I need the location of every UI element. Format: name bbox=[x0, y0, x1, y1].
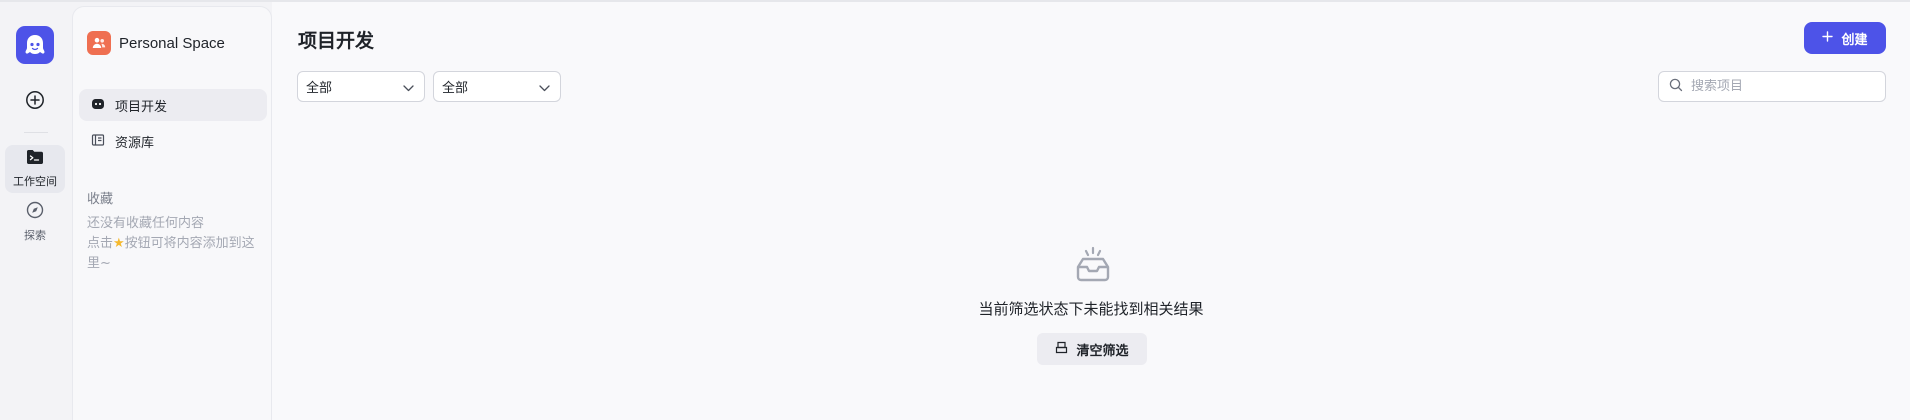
terminal-folder-icon bbox=[26, 149, 44, 169]
plus-icon bbox=[1822, 30, 1834, 46]
rail-item-label: 探索 bbox=[24, 229, 46, 242]
space-switcher[interactable]: Personal Space bbox=[87, 31, 225, 55]
clear-filters-button[interactable]: 清空筛选 bbox=[1037, 333, 1147, 365]
create-button-label: 创建 bbox=[1841, 32, 1868, 48]
left-rail: 工作空间 探索 bbox=[0, 2, 72, 420]
compass-icon bbox=[26, 201, 44, 223]
main-content: 项目开发 创建 全部 全部 当前筛选状态下 bbox=[272, 2, 1910, 420]
favorites-title: 收藏 bbox=[87, 192, 114, 207]
sidebar-item-project-dev[interactable]: 项目开发 bbox=[79, 89, 267, 121]
favorites-empty-hint: 点击★按钮可将内容添加到这里~ bbox=[87, 234, 267, 274]
clear-filters-label: 清空筛选 bbox=[1076, 343, 1129, 359]
sidebar-item-label: 资源库 bbox=[115, 135, 155, 151]
sidebar-item-library[interactable]: 资源库 bbox=[79, 125, 267, 157]
create-button[interactable]: 创建 bbox=[1804, 22, 1886, 54]
side-panel: Personal Space 项目开发 资源库 收藏 还没有收藏任何内容 点击★… bbox=[72, 6, 272, 420]
space-name: Personal Space bbox=[119, 34, 225, 52]
plus-circle-icon[interactable] bbox=[24, 89, 46, 111]
library-icon bbox=[91, 132, 105, 151]
favorites-hint-pre: 点击 bbox=[87, 236, 114, 251]
eraser-icon bbox=[1055, 341, 1068, 358]
people-icon bbox=[87, 31, 111, 55]
search-input[interactable] bbox=[1691, 79, 1871, 94]
favorites-empty-line: 还没有收藏任何内容 bbox=[87, 216, 205, 231]
sidebar-item-label: 项目开发 bbox=[115, 99, 168, 115]
empty-inbox-icon bbox=[1070, 242, 1116, 288]
filter-select-value: 全部 bbox=[306, 81, 333, 96]
robot-logo-icon[interactable] bbox=[16, 26, 54, 64]
star-icon: ★ bbox=[113, 236, 125, 251]
search-box[interactable] bbox=[1658, 71, 1886, 102]
favorites-empty-text: 还没有收藏任何内容 点击★按钮可将内容添加到这里~ bbox=[87, 214, 267, 274]
rail-item-workspace[interactable]: 工作空间 bbox=[5, 145, 65, 193]
chevron-down-icon bbox=[539, 77, 550, 96]
filter-select-1[interactable]: 全部 bbox=[297, 71, 425, 102]
filter-select-value: 全部 bbox=[442, 81, 469, 96]
rail-divider bbox=[24, 132, 48, 133]
filter-select-2[interactable]: 全部 bbox=[433, 71, 561, 102]
bot-icon bbox=[91, 96, 105, 115]
search-icon bbox=[1669, 77, 1683, 96]
empty-state-message: 当前筛选状态下未能找到相关结果 bbox=[978, 300, 1204, 318]
rail-item-label: 工作空间 bbox=[13, 175, 57, 188]
chevron-down-icon bbox=[403, 77, 414, 96]
rail-item-explore[interactable]: 探索 bbox=[5, 198, 65, 246]
page-title: 项目开发 bbox=[298, 30, 375, 52]
